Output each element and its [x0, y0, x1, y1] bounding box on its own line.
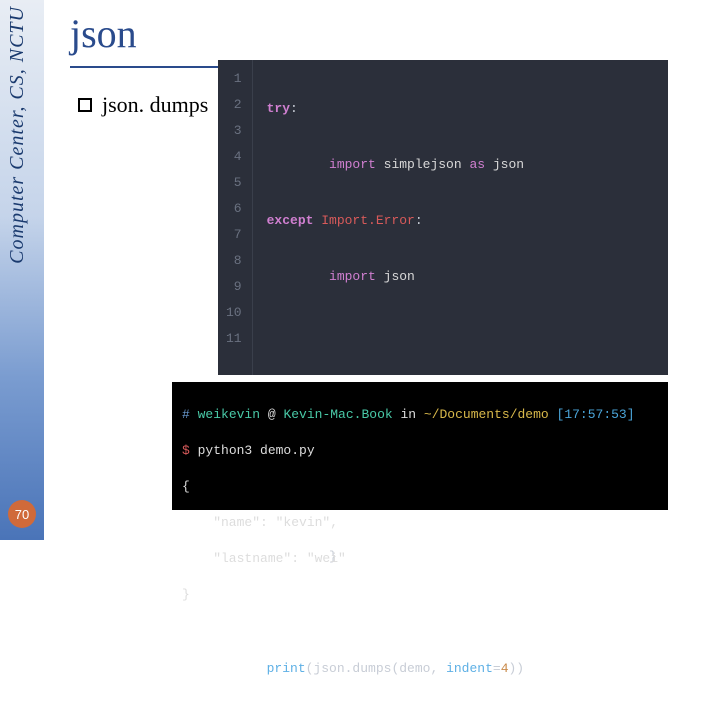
line-number: 3	[226, 118, 242, 144]
code-line	[267, 320, 525, 346]
bullet-box-icon	[78, 98, 92, 112]
line-number: 5	[226, 170, 242, 196]
line-number: 2	[226, 92, 242, 118]
terminal-line: $ python3 demo.py	[182, 442, 658, 460]
code-line: import json	[267, 264, 525, 290]
terminal-line: }	[182, 586, 658, 604]
code-gutter: 1 2 3 4 5 6 7 8 9 10 11	[218, 60, 253, 375]
code-body: try: import simplejson as json except Im…	[253, 60, 525, 375]
line-number: 9	[226, 274, 242, 300]
line-number: 10	[226, 300, 242, 326]
terminal-output: # weikevin @ Kevin-Mac.Book in ~/Documen…	[172, 382, 668, 510]
sidebar-label: Computer Center, CS, NCTU	[6, 6, 29, 264]
code-line: print(json.dumps(demo, indent=4))	[267, 656, 525, 682]
line-number: 7	[226, 222, 242, 248]
code-line: try:	[267, 96, 525, 122]
slide-sidebar: Computer Center, CS, NCTU	[0, 0, 44, 540]
page-title: json	[70, 10, 137, 57]
bullet-item: json. dumps	[78, 92, 208, 118]
code-line: import simplejson as json	[267, 152, 525, 178]
terminal-line: "lastname": "wei"	[182, 550, 658, 568]
terminal-line: {	[182, 478, 658, 496]
terminal-line: # weikevin @ Kevin-Mac.Book in ~/Documen…	[182, 406, 658, 424]
line-number: 4	[226, 144, 242, 170]
line-number: 6	[226, 196, 242, 222]
line-number: 8	[226, 248, 242, 274]
bullet-text: json. dumps	[102, 92, 208, 118]
code-editor: 1 2 3 4 5 6 7 8 9 10 11 try: import simp…	[218, 60, 668, 375]
line-number: 1	[226, 66, 242, 92]
code-line: except Import.Error:	[267, 208, 525, 234]
terminal-line: "name": "kevin",	[182, 514, 658, 532]
line-number: 11	[226, 326, 242, 352]
page-number-badge: 70	[8, 500, 36, 528]
